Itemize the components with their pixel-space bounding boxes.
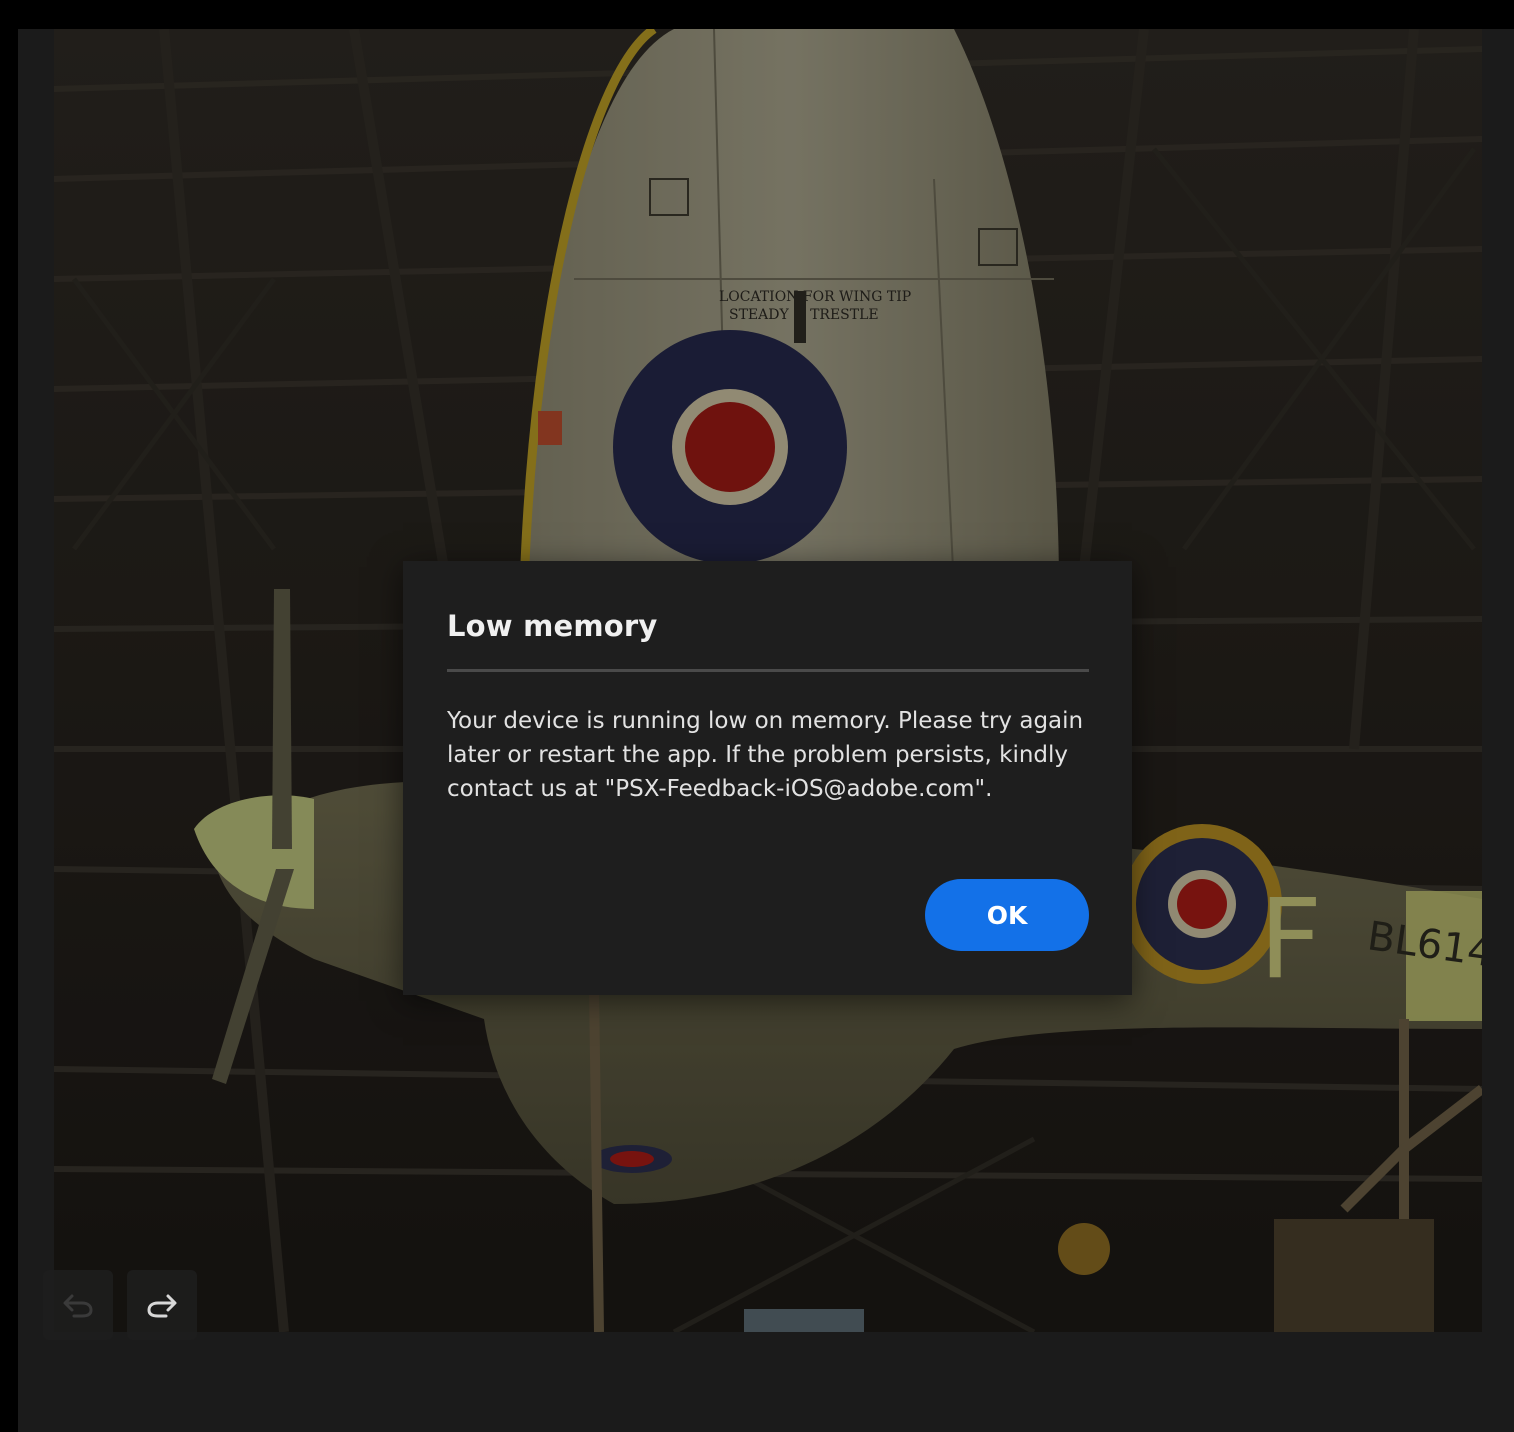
ok-button[interactable]: OK xyxy=(925,879,1089,951)
dialog-message: Your device is running low on memory. Pl… xyxy=(447,708,1084,802)
low-memory-dialog: Low memory Your device is running low on… xyxy=(403,561,1132,995)
undo-button[interactable] xyxy=(43,1270,113,1340)
wing-stencil-text: LOCATION FOR WING TIP xyxy=(719,289,911,305)
dialog-divider xyxy=(447,669,1089,672)
fuselage-letter: F xyxy=(1259,875,1322,1003)
redo-button[interactable] xyxy=(127,1270,197,1340)
undo-icon xyxy=(63,1294,93,1318)
dialog-title: Low memory xyxy=(447,609,658,643)
redo-icon xyxy=(147,1294,177,1318)
